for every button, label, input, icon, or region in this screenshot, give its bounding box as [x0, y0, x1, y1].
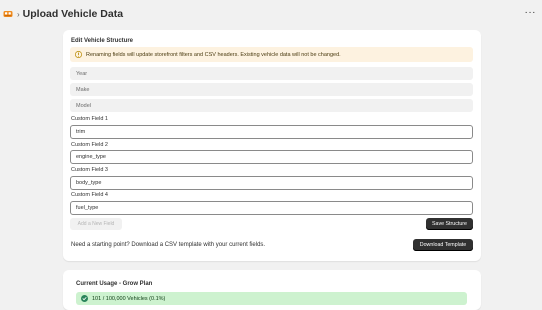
usage-card: Current Usage - Grow Plan 101 / 100,000 … — [63, 270, 481, 310]
download-template-button[interactable]: Download Template — [413, 239, 473, 251]
save-structure-button[interactable]: Save Structure — [426, 218, 473, 230]
template-hint-text: Need a starting point? Download a CSV te… — [71, 242, 266, 248]
warning-icon — [75, 51, 82, 58]
custom-field-4-label: Custom Field 4 — [71, 192, 108, 198]
fixed-field-year: Year — [70, 67, 473, 80]
custom-field-4-input[interactable] — [70, 201, 473, 215]
usage-text: 101 / 100,000 Vehicles (0.1%) — [92, 295, 166, 302]
card-title: Edit Vehicle Structure — [71, 38, 134, 44]
custom-field-2-label: Custom Field 2 — [71, 142, 108, 148]
custom-field-3-input[interactable] — [70, 176, 473, 190]
more-horizontal-icon[interactable]: ··· — [525, 8, 537, 18]
custom-field-3-label: Custom Field 3 — [71, 167, 108, 173]
usage-status-bar: 101 / 100,000 Vehicles (0.1%) — [76, 292, 467, 305]
info-banner: Renaming fields will update storefront f… — [70, 47, 473, 62]
usage-title: Current Usage - Grow Plan — [76, 281, 153, 287]
custom-field-1-label: Custom Field 1 — [71, 116, 108, 122]
fixed-field-model: Model — [70, 99, 473, 112]
custom-field-1-input[interactable] — [70, 125, 473, 139]
add-field-button[interactable]: Add a New Field — [70, 218, 122, 230]
edit-structure-card: Edit Vehicle Structure Renaming fields w… — [63, 30, 481, 261]
page-title: Upload Vehicle Data — [22, 8, 124, 20]
breadcrumb-separator: › — [17, 9, 20, 19]
fixed-field-make: Make — [70, 83, 473, 96]
vehicle-app-icon[interactable] — [3, 10, 13, 18]
check-circle-icon — [81, 295, 88, 302]
top-bar: › Upload Vehicle Data ··· — [0, 0, 542, 28]
banner-text: Renaming fields will update storefront f… — [86, 51, 341, 58]
custom-field-2-input[interactable] — [70, 150, 473, 164]
